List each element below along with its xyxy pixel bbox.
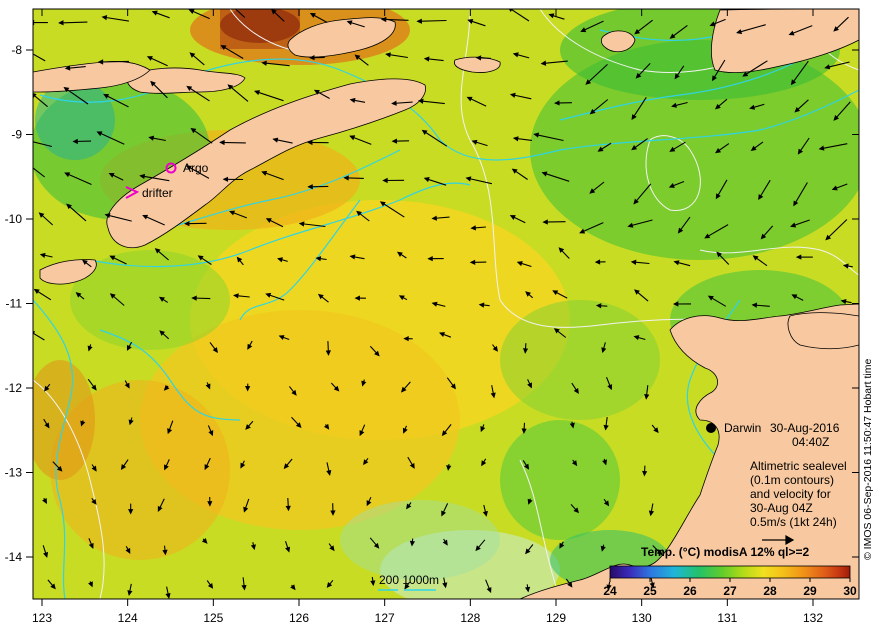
lon-tick-label: 128 [460,611,480,625]
info-line-5: 0.5m/s (1kt 24h) [750,515,837,529]
colorbar-tick-label: 26 [683,584,697,598]
lon-tick-label: 129 [546,611,566,625]
info-line-2: (0.1m contours) [750,473,834,487]
argo-label: Argo [183,161,209,175]
depth-legend-label: 200 1000m [379,573,439,587]
lat-tick-label: -9 [11,128,22,142]
colorbar-tick-label: 24 [603,584,617,598]
colorbar-tick-label: 28 [763,584,777,598]
lon-tick-label: 130 [632,611,652,625]
lat-tick-label: -8 [11,43,22,57]
lon-tick-label: 127 [375,611,395,625]
info-line-4: 30-Aug 04Z [750,501,813,515]
credit-text: © IMOS 06-Sep-2016 11:50:47 Hobart time [862,358,874,560]
lon-tick-label: 125 [203,611,223,625]
lon-tick-label: 132 [803,611,823,625]
melville-island [787,312,859,350]
info-time: 04:40Z [792,435,829,449]
lat-tick-label: -14 [5,550,23,564]
lat-tick-label: -13 [5,466,23,480]
darwin-city-icon [706,423,716,433]
darwin-label: Darwin [724,421,761,435]
velocity-arrowhead [21,159,25,163]
lon-tick-label: 131 [717,611,737,625]
lon-tick-label: 126 [289,611,309,625]
sst-map: 123 124 125 126 127 128 129 130 131 132 -8 -9 -10 -1… [5,0,860,625]
velocity-arrow [98,60,129,63]
lon-tick-label: 124 [118,611,138,625]
colorbar-tick-label: 25 [643,584,657,598]
colorbar-title: Temp. (°C) modisA 12% ql>=2 [641,545,809,559]
lat-tick-label: -12 [5,381,23,395]
info-line-1: Altimetric sealevel [750,459,847,473]
info-line-3: and velocity for [750,487,831,501]
colorbar-tick-label: 29 [803,584,817,598]
colorbar-tick-label: 30 [843,584,857,598]
colorbar-ramp [609,565,851,579]
drifter-label: drifter [142,186,173,200]
velocity-arrowhead [223,0,227,1]
colorbar-tick-label: 27 [723,584,737,598]
lon-tick-label: 123 [32,611,52,625]
info-date: 30-Aug-2016 [770,421,840,435]
velocity-arrowhead [24,139,28,142]
lat-tick-label: -10 [5,212,23,226]
lat-tick-label: -11 [6,297,23,311]
